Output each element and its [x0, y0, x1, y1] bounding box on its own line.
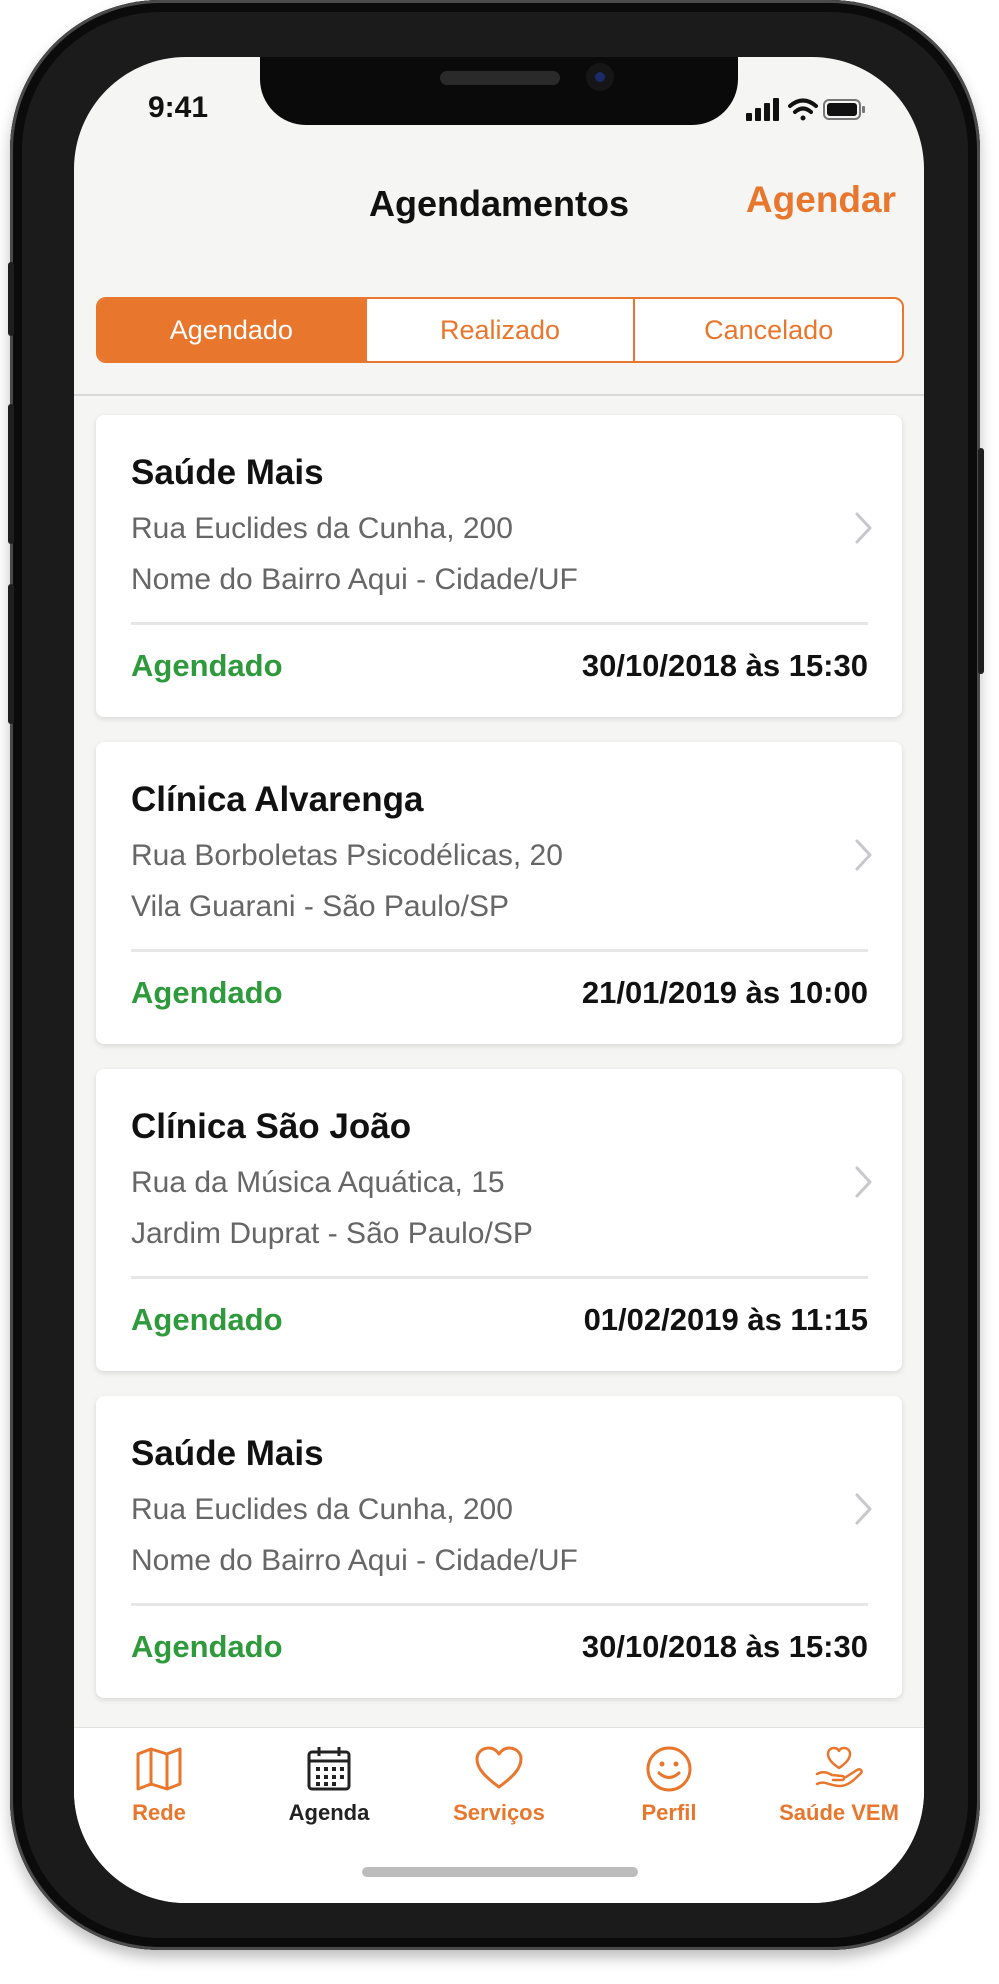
- battery-icon: [823, 99, 865, 120]
- mute-switch: [8, 262, 14, 336]
- tab-label: Agenda: [288, 1800, 370, 1825]
- volume-down-button: [8, 584, 14, 724]
- appointment-card[interactable]: Saúde Mais Rua Euclides da Cunha, 200 No…: [96, 415, 902, 717]
- tab-agenda[interactable]: Agenda: [244, 1728, 414, 1838]
- address-line1: Rua Borboletas Psicodélicas, 20: [131, 839, 563, 872]
- tab-label: Rede: [132, 1800, 186, 1825]
- appointment-datetime: 01/02/2019 às 11:15: [583, 1302, 868, 1337]
- segment-cancelado[interactable]: Cancelado: [635, 299, 902, 361]
- tab-label: Saúde VEM: [779, 1800, 899, 1825]
- status-icons: [746, 95, 866, 123]
- card-divider: [131, 949, 868, 952]
- phone-screen: 9:41 Agendamentos Agendar Agendado Reali…: [74, 57, 924, 1903]
- heart-icon: [475, 1746, 523, 1789]
- status-label: Agendado: [131, 1302, 283, 1337]
- address-line1: Rua Euclides da Cunha, 200: [131, 1493, 513, 1526]
- appointment-datetime: 21/01/2019 às 10:00: [581, 975, 868, 1010]
- appointment-datetime: 30/10/2018 às 15:30: [581, 648, 868, 683]
- clinic-name: Clínica Alvarenga: [131, 780, 424, 819]
- hand-heart-icon: [815, 1746, 863, 1788]
- chevron-right-icon: [855, 1166, 872, 1198]
- tab-label: Serviços: [453, 1800, 545, 1825]
- front-camera: [586, 63, 614, 91]
- status-label: Agendado: [131, 648, 283, 683]
- calendar-icon: [307, 1747, 351, 1791]
- appointment-datetime: 30/10/2018 às 15:30: [581, 1629, 868, 1664]
- appointment-card[interactable]: Clínica São João Rua da Música Aquática,…: [96, 1069, 902, 1371]
- volume-up-button: [8, 404, 14, 544]
- tab-perfil[interactable]: Perfil: [584, 1728, 754, 1838]
- status-time: 9:41: [148, 91, 209, 124]
- clinic-name: Saúde Mais: [131, 1434, 324, 1473]
- wifi-icon: [788, 98, 818, 121]
- tab-saude-vem[interactable]: Saúde VEM: [754, 1728, 924, 1838]
- power-button: [978, 448, 984, 674]
- address-line2: Nome do Bairro Aqui - Cidade/UF: [131, 563, 578, 596]
- address-line2: Jardim Duprat - São Paulo/SP: [131, 1217, 533, 1250]
- tab-servicos[interactable]: Serviços: [414, 1728, 584, 1838]
- clinic-name: Saúde Mais: [131, 453, 324, 492]
- tab-label: Perfil: [641, 1800, 697, 1825]
- tab-rede[interactable]: Rede: [74, 1728, 244, 1838]
- chevron-right-icon: [855, 839, 872, 871]
- card-divider: [131, 1276, 868, 1279]
- address-line2: Vila Guarani - São Paulo/SP: [131, 890, 510, 923]
- home-indicator[interactable]: [362, 1867, 638, 1877]
- chevron-right-icon: [855, 1493, 872, 1525]
- card-divider: [131, 1603, 868, 1606]
- smiley-icon: [646, 1746, 692, 1792]
- signal-icon: [746, 98, 779, 121]
- chevron-right-icon: [855, 512, 872, 544]
- status-label: Agendado: [131, 975, 283, 1010]
- segmented-control: Agendado Realizado Cancelado: [96, 297, 904, 363]
- card-divider: [131, 622, 868, 625]
- notch: [260, 57, 738, 125]
- map-icon: [136, 1747, 182, 1791]
- header-divider: [74, 394, 924, 396]
- appointment-card[interactable]: Saúde Mais Rua Euclides da Cunha, 200 No…: [96, 1396, 902, 1698]
- speaker-grille: [440, 71, 560, 85]
- segment-realizado[interactable]: Realizado: [367, 299, 636, 361]
- appointment-card[interactable]: Clínica Alvarenga Rua Borboletas Psicodé…: [96, 742, 902, 1044]
- address-line1: Rua Euclides da Cunha, 200: [131, 512, 513, 545]
- status-label: Agendado: [131, 1629, 283, 1664]
- segment-agendado[interactable]: Agendado: [98, 299, 367, 361]
- address-line1: Rua da Música Aquática, 15: [131, 1166, 505, 1199]
- clinic-name: Clínica São João: [131, 1107, 412, 1146]
- address-line2: Nome do Bairro Aqui - Cidade/UF: [131, 1544, 578, 1577]
- schedule-button[interactable]: Agendar: [746, 179, 896, 221]
